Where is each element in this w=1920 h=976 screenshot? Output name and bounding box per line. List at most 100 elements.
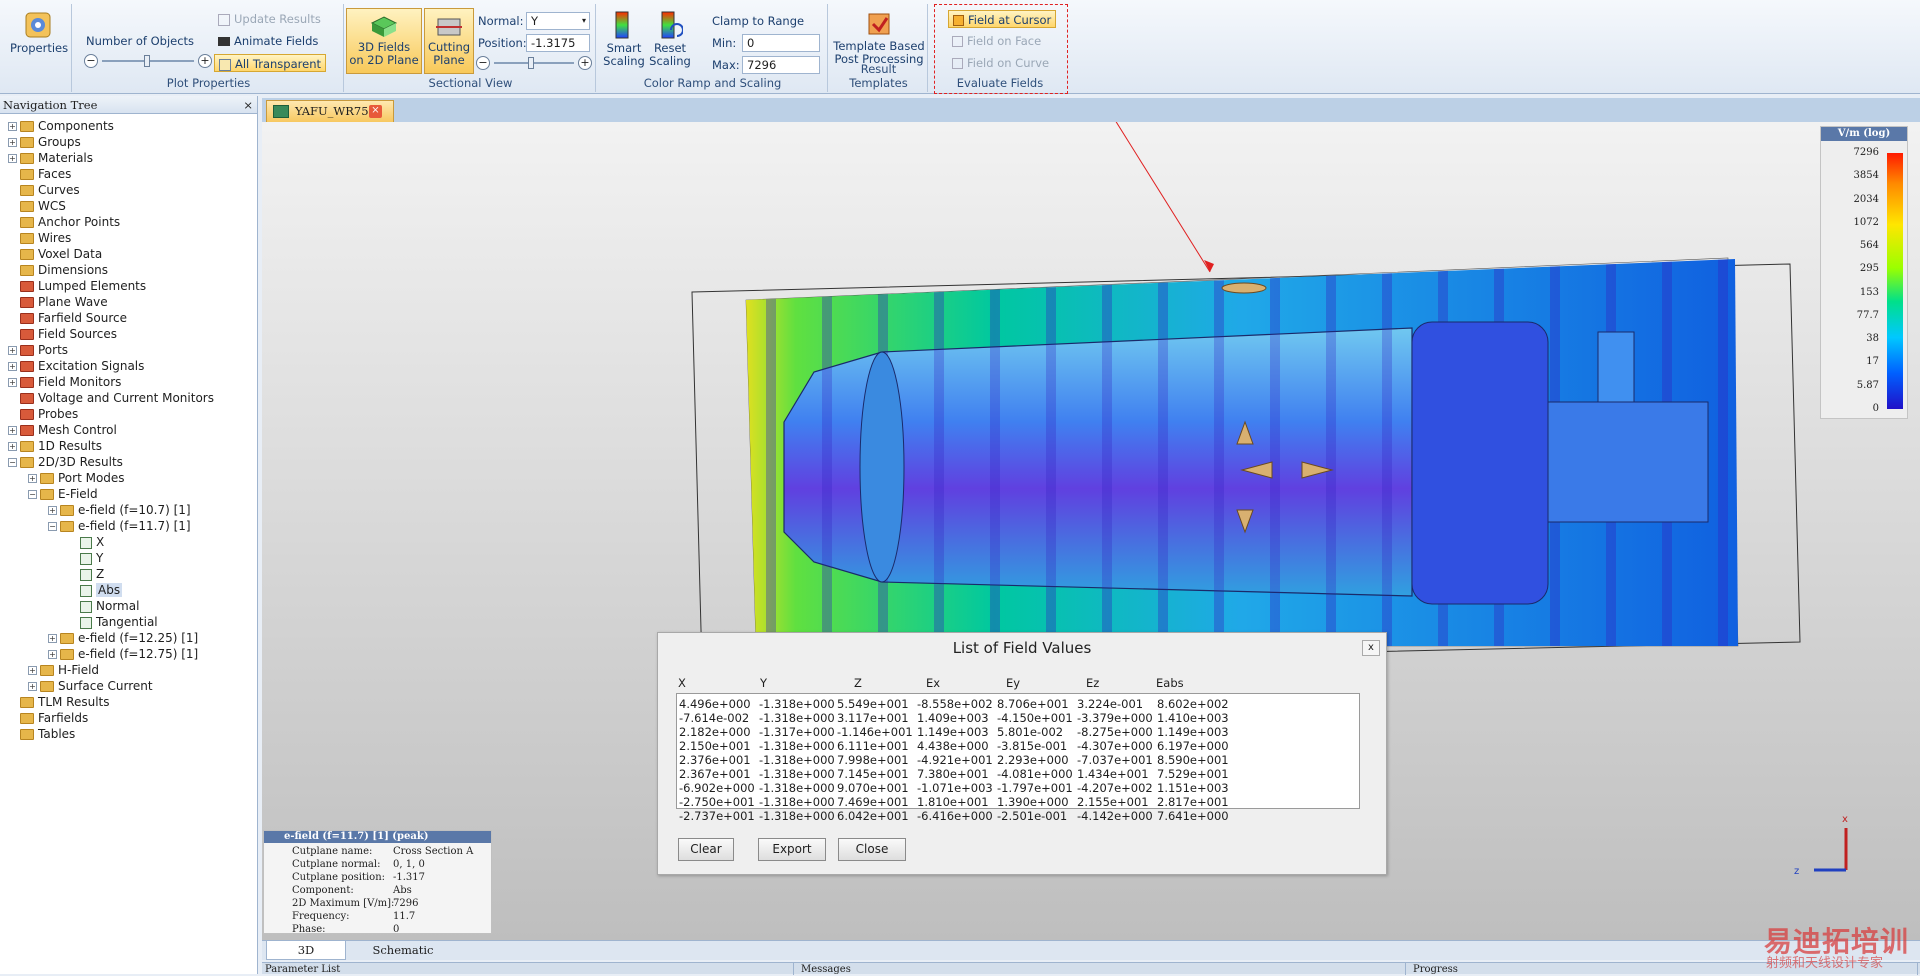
tree-item[interactable]: Faces xyxy=(8,166,71,182)
expand-icon[interactable]: + xyxy=(28,682,37,691)
tree-item[interactable]: Farfield Source xyxy=(8,310,127,326)
tree-item[interactable]: Field Sources xyxy=(8,326,117,342)
template-based-post-processing-button[interactable]: Template Based Post Processing xyxy=(830,10,928,66)
update-results-button[interactable]: Update Results xyxy=(214,10,325,28)
position-slider[interactable]: − + xyxy=(476,56,594,70)
tree-item[interactable]: +Port Modes xyxy=(28,470,125,486)
all-transparent-button[interactable]: All Transparent xyxy=(214,54,326,72)
expand-icon[interactable]: + xyxy=(28,474,37,483)
expand-icon[interactable]: + xyxy=(28,666,37,675)
expand-icon[interactable]: + xyxy=(8,362,17,371)
field-value-row[interactable]: -7.614e-002-1.318e+0003.117e+0011.409e+0… xyxy=(677,711,1357,725)
tree-item[interactable]: Voxel Data xyxy=(8,246,102,262)
clamp-to-range-checkbox[interactable]: Clamp to Range xyxy=(712,12,804,30)
animate-fields-button[interactable]: Animate Fields xyxy=(214,32,322,50)
tree-item[interactable]: +Field Monitors xyxy=(8,374,121,390)
normal-select[interactable]: Y▾ xyxy=(526,12,590,30)
tree-item[interactable]: +e-field (f=12.75) [1] xyxy=(48,646,198,662)
tree-item[interactable]: −e-field (f=11.7) [1] xyxy=(48,518,191,534)
tree-item[interactable]: −2D/3D Results xyxy=(8,454,123,470)
tree-item[interactable]: +Surface Current xyxy=(28,678,153,694)
field-value-row[interactable]: 2.182e+000-1.317e+000-1.146e+0011.149e+0… xyxy=(677,725,1357,739)
field-value-row[interactable]: 4.496e+000-1.318e+0005.549e+001-8.558e+0… xyxy=(677,697,1357,711)
tree-item[interactable]: Abs xyxy=(68,582,122,598)
position-input[interactable]: -1.3175 xyxy=(526,34,590,52)
smart-scaling-button[interactable]: Smart Scaling xyxy=(602,10,646,68)
expand-icon[interactable]: + xyxy=(48,506,57,515)
tree-item[interactable]: +e-field (f=12.25) [1] xyxy=(48,630,198,646)
tree-item[interactable]: +H-Field xyxy=(28,662,99,678)
collapse-icon[interactable]: − xyxy=(8,458,17,467)
field-on-face-button[interactable]: Field on Face xyxy=(948,32,1045,50)
tree-item[interactable]: Z xyxy=(68,566,104,582)
field-on-curve-button[interactable]: Field on Curve xyxy=(948,54,1053,72)
field-at-cursor-button[interactable]: Field at Cursor xyxy=(948,10,1056,28)
field-value-row[interactable]: -2.737e+001-1.318e+0006.042e+001-6.416e+… xyxy=(677,809,1357,823)
tree-item[interactable]: −E-Field xyxy=(28,486,98,502)
tree-item[interactable]: +Components xyxy=(8,118,114,134)
tree-item[interactable]: Tables xyxy=(8,726,75,742)
close-tab-icon[interactable]: × xyxy=(369,105,382,118)
tree-item[interactable]: Y xyxy=(68,550,103,566)
clear-button[interactable]: Clear xyxy=(678,838,734,861)
collapse-icon[interactable]: − xyxy=(48,522,57,531)
tree-item[interactable]: +1D Results xyxy=(8,438,102,454)
tree-item[interactable]: +Mesh Control xyxy=(8,422,117,438)
messages-panel[interactable]: Messages xyxy=(798,963,1406,975)
expand-icon[interactable]: + xyxy=(48,650,57,659)
field-value-row[interactable]: 2.367e+001-1.318e+0007.145e+0017.380e+00… xyxy=(677,767,1357,781)
tree-item[interactable]: +Materials xyxy=(8,150,93,166)
minus-icon[interactable]: − xyxy=(476,56,490,70)
field-value-row[interactable]: 2.150e+001-1.318e+0006.111e+0014.438e+00… xyxy=(677,739,1357,753)
tab-3d[interactable]: 3D xyxy=(266,941,346,960)
dialog-close-button[interactable]: x xyxy=(1362,640,1380,656)
tree-item[interactable]: Tangential xyxy=(68,614,158,630)
expand-icon[interactable]: + xyxy=(48,634,57,643)
tree-item[interactable]: Voltage and Current Monitors xyxy=(8,390,214,406)
expand-icon[interactable]: + xyxy=(8,138,17,147)
min-input[interactable]: 0 xyxy=(742,34,820,52)
slider-thumb[interactable] xyxy=(528,57,534,69)
field-values-list[interactable]: 4.496e+000-1.318e+0005.549e+001-8.558e+0… xyxy=(676,693,1360,809)
tree-item[interactable]: Wires xyxy=(8,230,71,246)
tree-item[interactable]: +e-field (f=10.7) [1] xyxy=(48,502,191,518)
parameter-list-panel[interactable]: Parameter List xyxy=(262,963,794,975)
slider-thumb[interactable] xyxy=(144,55,150,67)
expand-icon[interactable]: + xyxy=(8,154,17,163)
tree-item[interactable]: Plane Wave xyxy=(8,294,108,310)
tree-item[interactable]: Dimensions xyxy=(8,262,108,278)
objects-slider[interactable]: − + xyxy=(84,54,214,68)
collapse-icon[interactable]: − xyxy=(28,490,37,499)
expand-icon[interactable]: + xyxy=(8,346,17,355)
tree-item[interactable]: Probes xyxy=(8,406,78,422)
fields-on-2d-plane-button[interactable]: 3D Fields on 2D Plane xyxy=(346,8,422,74)
expand-icon[interactable]: + xyxy=(8,426,17,435)
minus-icon[interactable]: − xyxy=(84,54,98,68)
cutting-plane-button[interactable]: Cutting Plane xyxy=(424,8,474,74)
properties-button[interactable]: Properties xyxy=(10,10,66,55)
expand-icon[interactable]: + xyxy=(8,442,17,451)
tree-item[interactable]: Anchor Points xyxy=(8,214,120,230)
tree-item[interactable]: Normal xyxy=(68,598,139,614)
tree-item[interactable]: Curves xyxy=(8,182,80,198)
export-button[interactable]: Export xyxy=(758,838,826,861)
reset-scaling-button[interactable]: Reset Scaling xyxy=(648,10,692,68)
tree-item[interactable]: +Ports xyxy=(8,342,68,358)
tree-item[interactable]: +Excitation Signals xyxy=(8,358,144,374)
tree-item[interactable]: WCS xyxy=(8,198,66,214)
document-tab[interactable]: YAFU_WR75× xyxy=(266,100,394,122)
tree-item[interactable]: Lumped Elements xyxy=(8,278,146,294)
close-button[interactable]: Close xyxy=(838,838,906,861)
field-value-row[interactable]: 2.376e+001-1.318e+0007.998e+001-4.921e+0… xyxy=(677,753,1357,767)
plus-icon[interactable]: + xyxy=(198,54,212,68)
field-value-row[interactable]: -2.750e+001-1.318e+0007.469e+0011.810e+0… xyxy=(677,795,1357,809)
plus-icon[interactable]: + xyxy=(578,56,592,70)
tree-item[interactable]: +Groups xyxy=(8,134,81,150)
tab-schematic[interactable]: Schematic xyxy=(348,941,458,960)
max-input[interactable]: 7296 xyxy=(742,56,820,74)
close-icon[interactable]: × xyxy=(243,96,253,114)
tree-item[interactable]: X xyxy=(68,534,104,550)
expand-icon[interactable]: + xyxy=(8,122,17,131)
expand-icon[interactable]: + xyxy=(8,378,17,387)
tree-item[interactable]: Farfields xyxy=(8,710,88,726)
